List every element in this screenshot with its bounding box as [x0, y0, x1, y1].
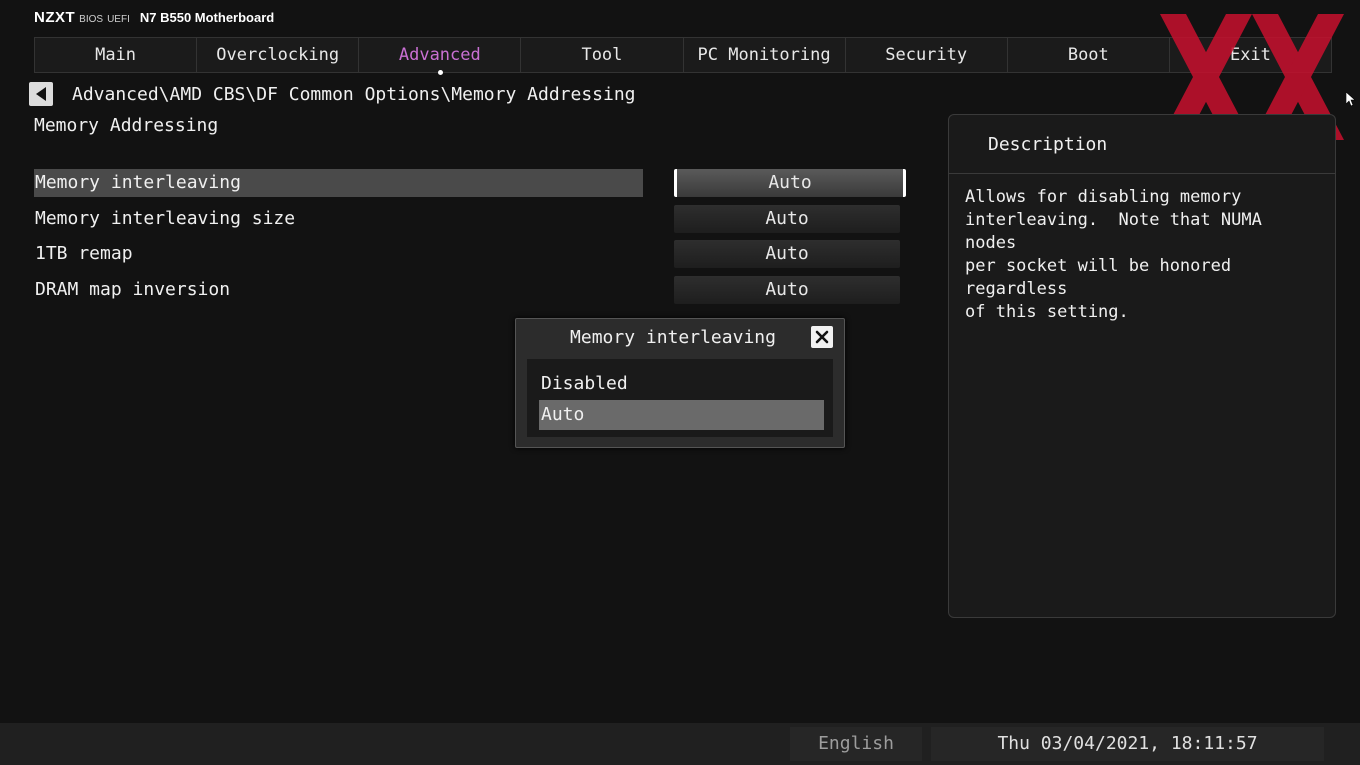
description-header: Description: [949, 115, 1335, 174]
mouse-cursor-icon: [1346, 92, 1356, 107]
language-selector[interactable]: English: [790, 727, 922, 761]
tab-main[interactable]: Main: [34, 37, 197, 73]
tab-overclocking[interactable]: Overclocking: [196, 37, 359, 73]
setting-value-dropdown[interactable]: Auto: [674, 276, 900, 304]
bios-label: BIOS: [79, 14, 104, 25]
motherboard-model: N7 B550 Motherboard: [139, 10, 275, 25]
uefi-label: UEFI: [107, 14, 130, 25]
tab-pc-monitoring[interactable]: PC Monitoring: [682, 37, 845, 73]
setting-value-dropdown[interactable]: Auto: [674, 240, 900, 268]
description-text: Allows for disabling memory interleaving…: [965, 187, 1262, 322]
option-auto[interactable]: Auto: [539, 400, 824, 430]
setting-label: 1TB remap: [35, 243, 133, 264]
option-dialog: Memory interleaving Disabled Auto: [515, 318, 845, 448]
back-arrow-icon: [36, 87, 46, 101]
setting-value-dropdown[interactable]: Auto: [674, 169, 906, 197]
main-tabs: Main Overclocking Advanced Tool PC Monit…: [34, 37, 1332, 75]
setting-row-memory-interleaving-size[interactable]: Memory interleaving size Auto: [34, 205, 904, 233]
brand-header: NZXT BIOS UEFI N7 B550 Motherboard: [34, 9, 274, 26]
setting-value-dropdown[interactable]: Auto: [674, 205, 900, 233]
setting-label: Memory interleaving: [34, 169, 643, 197]
dialog-title: Memory interleaving: [570, 327, 776, 348]
setting-row-dram-map-inversion[interactable]: DRAM map inversion Auto: [34, 276, 904, 304]
page-title: Memory Addressing: [34, 115, 219, 136]
tab-advanced[interactable]: Advanced: [358, 37, 521, 75]
dialog-close-button[interactable]: [811, 326, 833, 348]
tab-security[interactable]: Security: [844, 37, 1007, 73]
setting-row-1tb-remap[interactable]: 1TB remap Auto: [34, 240, 904, 268]
tab-tool[interactable]: Tool: [520, 37, 683, 73]
setting-label: DRAM map inversion: [35, 279, 231, 300]
dialog-options-list: Disabled Auto: [527, 359, 833, 437]
tab-boot[interactable]: Boot: [1006, 37, 1169, 73]
option-disabled[interactable]: Disabled: [539, 369, 824, 399]
breadcrumb: Advanced\AMD CBS\DF Common Options\Memor…: [72, 84, 636, 105]
close-icon: [815, 330, 829, 344]
setting-row-memory-interleaving[interactable]: Memory interleaving Auto: [34, 169, 906, 197]
description-panel: Description Allows for disabling memory …: [948, 114, 1336, 618]
datetime-display: Thu 03/04/2021, 18:11:57: [931, 727, 1324, 761]
nzxt-logo: NZXT: [34, 9, 76, 26]
back-button[interactable]: [29, 82, 53, 106]
setting-label: Memory interleaving size: [35, 208, 296, 229]
